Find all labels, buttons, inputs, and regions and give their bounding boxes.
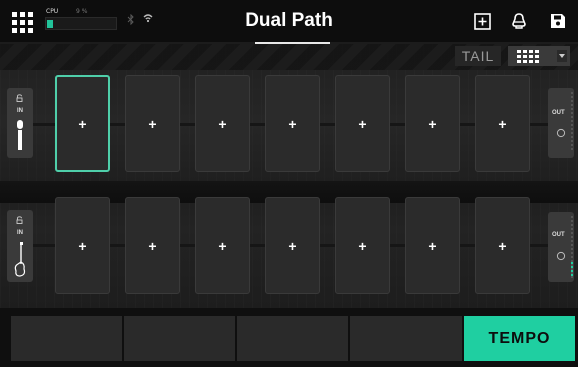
path-1-slot-3[interactable]: + <box>195 75 250 172</box>
path-1-slot-5[interactable]: + <box>335 75 390 172</box>
path-2-slot-7[interactable]: + <box>475 197 530 294</box>
add-block-icon: + <box>78 115 87 132</box>
add-block-icon: + <box>288 115 297 132</box>
add-block-icon: + <box>358 237 367 254</box>
tail-button[interactable]: TAIL <box>455 46 501 66</box>
add-block-icon: + <box>148 115 157 132</box>
tuner-icon[interactable] <box>507 9 531 33</box>
path-2-slot-1[interactable]: + <box>55 197 110 294</box>
path-1-output[interactable]: OUT <box>548 88 574 158</box>
path-2-input[interactable]: IN <box>7 210 33 282</box>
top-bar: CPU 9 % Dual Path <box>0 0 578 42</box>
path-1-in-label: IN <box>17 108 23 114</box>
lock-icon[interactable] <box>16 216 23 224</box>
footswitch-button-4[interactable] <box>350 316 462 361</box>
path-1-slot-2[interactable]: + <box>125 75 180 172</box>
lock-icon[interactable] <box>16 94 23 102</box>
path-2-slot-2[interactable]: + <box>125 197 180 294</box>
add-block-icon: + <box>498 237 507 254</box>
guitar-icon <box>14 242 26 277</box>
grid-view-icon <box>517 50 539 63</box>
path-2-slot-6[interactable]: + <box>405 197 460 294</box>
add-block-icon: + <box>218 237 227 254</box>
path-2-output[interactable]: OUT <box>548 212 574 282</box>
footswitch-button-1[interactable] <box>11 316 122 361</box>
output-jack-icon <box>556 128 566 138</box>
chevron-down-icon[interactable] <box>557 50 567 62</box>
add-block-icon: + <box>288 237 297 254</box>
grid-view-button[interactable] <box>508 46 570 66</box>
path-1-slot-4[interactable]: + <box>265 75 320 172</box>
add-block-icon: + <box>498 115 507 132</box>
add-block-icon: + <box>428 115 437 132</box>
output-jack-icon <box>556 251 566 261</box>
tempo-button[interactable]: TEMPO <box>464 316 575 361</box>
path-1-slot-1[interactable]: + <box>55 75 110 172</box>
save-icon[interactable] <box>546 9 570 33</box>
add-block-icon: + <box>358 115 367 132</box>
add-block-icon: + <box>218 115 227 132</box>
path-1-slot-6[interactable]: + <box>405 75 460 172</box>
footswitch-button-2[interactable] <box>124 316 235 361</box>
path-1-input[interactable]: IN <box>7 88 33 158</box>
add-block-icon: + <box>428 237 437 254</box>
output-level-meter <box>571 92 573 152</box>
add-square-icon[interactable] <box>470 9 494 33</box>
path-2-slot-4[interactable]: + <box>265 197 320 294</box>
path-2-slot-5[interactable]: + <box>335 197 390 294</box>
output-level-meter-active <box>571 262 573 278</box>
add-block-icon: + <box>78 237 87 254</box>
path-1-slot-7[interactable]: + <box>475 75 530 172</box>
footswitch-button-3[interactable] <box>237 316 348 361</box>
add-block-icon: + <box>148 237 157 254</box>
microphone-icon <box>17 120 23 150</box>
path-2-in-label: IN <box>17 230 23 236</box>
path-2-slot-3[interactable]: + <box>195 197 250 294</box>
